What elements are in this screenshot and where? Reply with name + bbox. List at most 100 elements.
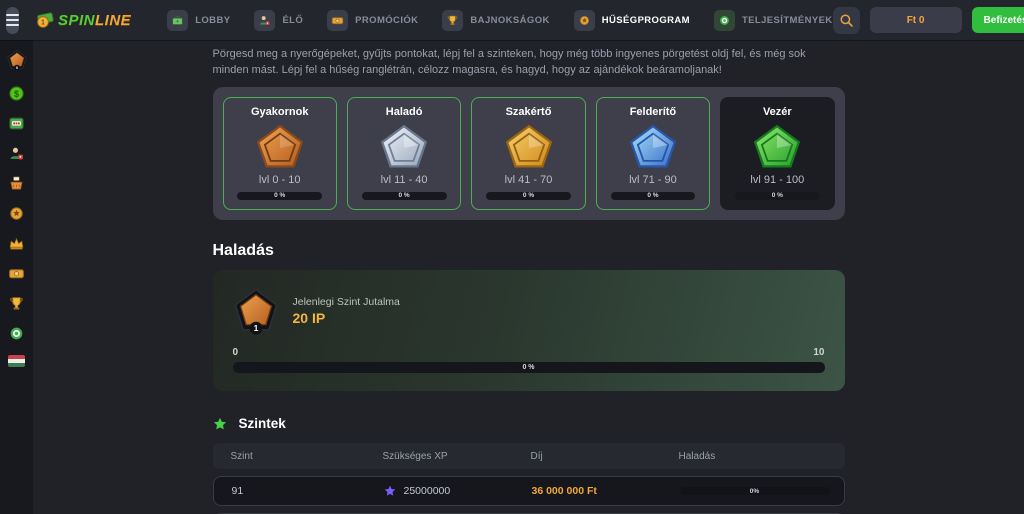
tier-cards-panel: Gyakornok lvl 0 - 10 0 % Haladó [213,87,845,220]
crown-icon [8,235,25,252]
hungary-flag-icon [8,355,25,367]
tier-range: lvl 11 - 40 [381,174,428,186]
sidebar-item-coins[interactable]: $ [7,85,27,102]
promotions-ticket-icon [327,10,348,31]
sidebar-item-vip[interactable] [7,235,27,252]
nav-label-tournaments: BAJNOKSÁGOK [470,15,549,26]
sidebar-item-tournaments[interactable] [7,295,27,312]
nav-item-promotions[interactable]: PROMÓCIÓK [327,10,418,31]
sidebar-item-shop[interactable] [7,175,27,192]
star-icon [213,417,227,431]
lobby-icon [167,10,188,31]
tier-name: Gyakornok [251,106,308,118]
prize-cell: 36 000 000 Ft [532,485,680,497]
loyalty-medal-icon [574,10,595,31]
tier-card-halado[interactable]: Haladó lvl 11 - 40 0 % [347,97,461,210]
hamburger-menu-button[interactable] [6,7,19,34]
coin-icon: $ [8,85,25,102]
levels-section-header: Szintek [213,416,845,431]
scale-start: 0 [233,347,239,358]
sidebar-item-slots[interactable] [7,115,27,132]
tier-progress-bar: 0 % [362,192,447,201]
nav-label-promotions: PROMÓCIÓK [355,15,418,26]
nav-label-lobby: LOBBY [195,15,230,26]
top-navbar: 1 SPINLINE LOBBY ÉLŐ PROMÓCIÓK BA [0,0,1024,40]
tier-card-felderito[interactable]: Felderítő lvl 71 - 90 0 % [596,97,710,210]
target-icon [8,325,25,342]
achievements-target-icon [714,10,735,31]
nav-item-live[interactable]: ÉLŐ [254,10,303,31]
medal-icon [8,205,25,222]
tier-progress-bar: 0 % [486,192,571,201]
sidebar-item-loyalty[interactable] [7,205,27,222]
tier-progress-bar: 0 % [611,192,696,201]
tier-name: Vezér [763,106,792,118]
column-prize: Díj [531,451,679,462]
balance-button[interactable]: Ft 0 [870,7,962,33]
logo-text: SPINLINE [58,12,131,29]
reward-label: Jelenlegi Szint Jutalma [293,296,400,308]
sidebar-item-live-casino[interactable] [7,145,27,162]
reward-value: 20 IP [293,310,400,326]
sidebar-item-promotions[interactable] [7,265,27,282]
tier-badge-blue-icon [627,123,679,169]
level-cell: 91 [232,485,384,497]
sidebar-item-language[interactable] [7,355,27,367]
tournaments-trophy-icon [442,10,463,31]
left-sidebar: 0 $ [0,40,33,514]
main-menu: LOBBY ÉLŐ PROMÓCIÓK BAJNOKSÁGOK HŰSÉGPRO… [167,10,832,31]
column-level: Szint [231,451,383,462]
nav-label-live: ÉLŐ [282,15,303,26]
sidebar-level-badge[interactable]: 0 [7,48,27,72]
current-level-badge-icon: 1 [233,287,279,335]
nav-label-loyalty: HŰSÉGPROGRAM [602,15,690,26]
nav-item-tournaments[interactable]: BAJNOKSÁGOK [442,10,549,31]
search-icon [839,13,854,28]
tier-range: lvl 91 - 100 [750,174,804,186]
tier-progress-bar: 0 % [735,192,820,201]
tier-card-szakerto[interactable]: Szakértő lvl 41 - 70 0 % [471,97,585,210]
sidebar-item-achievements[interactable] [7,325,27,342]
ticket-icon [8,265,25,282]
scale-end: 10 [813,347,824,358]
column-xp: Szükséges XP [383,451,531,462]
search-button[interactable] [833,7,860,34]
logo[interactable]: 1 SPINLINE [35,10,131,30]
tier-card-vezer[interactable]: Vezér lvl 91 - 100 0 % [720,97,834,210]
slot-machine-icon [8,115,25,132]
main-area: Pörgesd meg a nyerőgépeket, gyűjts ponto… [33,40,1024,514]
xp-star-icon [384,485,396,497]
svg-text:1: 1 [41,20,45,27]
tier-badge-silver-icon [378,123,430,169]
xp-cell: 25000000 [384,485,532,497]
navbar-actions: Ft 0 Befizetés [833,7,1024,34]
current-progress-card: 1 Jelenlegi Szint Jutalma 20 IP 0 10 0 % [213,270,845,391]
nav-item-lobby[interactable]: LOBBY [167,10,230,31]
tier-badge-green-icon [751,123,803,169]
progress-section-title: Haladás [213,242,845,260]
deposit-button[interactable]: Befizetés [972,7,1024,33]
tier-card-gyakornok[interactable]: Gyakornok lvl 0 - 10 0 % [223,97,337,210]
nav-item-loyalty[interactable]: HŰSÉGPROGRAM [574,10,690,31]
tier-progress-bar: 0 % [237,192,322,201]
levels-table-header: Szint Szükséges XP Díj Haladás [213,443,845,469]
tier-name: Szakértő [506,106,552,118]
row-progress-bar: 0% [680,487,830,495]
tier-range: lvl 0 - 10 [259,174,301,186]
levels-section-title: Szintek [239,416,286,431]
trophy-icon [8,295,25,312]
loyalty-intro-text: Pörgesd meg a nyerőgépeket, gyűjts ponto… [213,47,845,78]
svg-text:$: $ [14,89,19,99]
level-progress-bar: 0 % [233,362,825,373]
tier-name: Felderítő [630,106,676,118]
sidebar-level-value: 0 [15,66,17,70]
live-casino-icon [254,10,275,31]
nav-label-achievements: TELJESÍTMÉNYEK [742,15,833,26]
level-row-91[interactable]: 91 25000000 36 000 000 Ft 0% [213,476,845,506]
tier-name: Haladó [386,106,423,118]
column-progress: Haladás [679,451,827,462]
nav-item-achievements[interactable]: TELJESÍTMÉNYEK [714,10,833,31]
tier-range: lvl 71 - 90 [629,174,677,186]
tier-badge-bronze-icon [254,123,306,169]
basket-icon [8,175,25,192]
